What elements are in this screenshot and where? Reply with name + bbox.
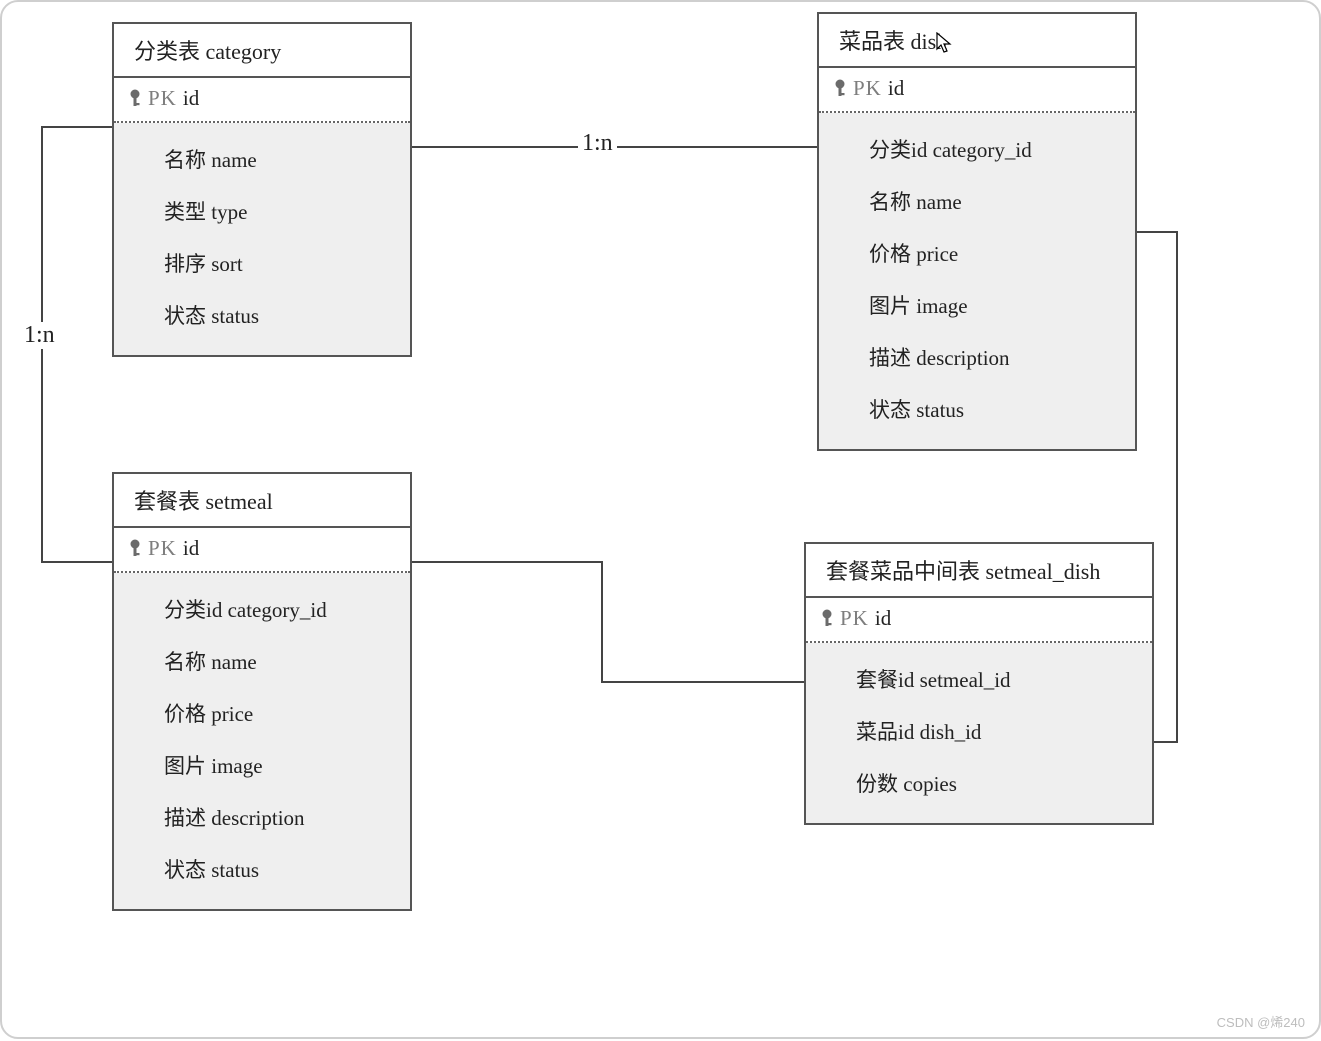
pk-field: id bbox=[875, 606, 891, 631]
field-item: 排序 sort bbox=[164, 237, 394, 289]
pk-label: PK bbox=[148, 86, 177, 111]
entity-title: 分类表 category bbox=[114, 24, 410, 78]
entity-setmeal-dish: 套餐菜品中间表 setmeal_dish PK id 套餐id setmeal_… bbox=[804, 542, 1154, 825]
pk-label: PK bbox=[840, 606, 869, 631]
field-list: 名称 name 类型 type 排序 sort 状态 status bbox=[114, 123, 410, 355]
cursor-icon bbox=[936, 32, 952, 54]
field-list: 套餐id setmeal_id 菜品id dish_id 份数 copies bbox=[806, 643, 1152, 823]
relation-label-category-dish: 1:n bbox=[578, 130, 617, 157]
field-item: 描述 description bbox=[869, 331, 1119, 383]
field-item: 套餐id setmeal_id bbox=[856, 653, 1136, 705]
key-icon bbox=[820, 609, 834, 629]
entity-title: 菜品表 dish bbox=[819, 14, 1135, 68]
field-item: 状态 status bbox=[164, 289, 394, 341]
entity-category: 分类表 category PK id 名称 name 类型 type 排序 so… bbox=[112, 22, 412, 357]
entity-dish: 菜品表 dish PK id 分类id category_id 名称 name … bbox=[817, 12, 1137, 451]
field-list: 分类id category_id 名称 name 价格 price 图片 ima… bbox=[114, 573, 410, 909]
pk-field: id bbox=[183, 536, 199, 561]
field-item: 菜品id dish_id bbox=[856, 705, 1136, 757]
primary-key-row: PK id bbox=[819, 68, 1135, 113]
field-item: 价格 price bbox=[164, 687, 394, 739]
field-item: 状态 status bbox=[869, 383, 1119, 435]
field-item: 名称 name bbox=[164, 133, 394, 185]
field-item: 图片 image bbox=[869, 279, 1119, 331]
field-item: 图片 image bbox=[164, 739, 394, 791]
field-item: 名称 name bbox=[164, 635, 394, 687]
key-icon bbox=[128, 89, 142, 109]
field-item: 价格 price bbox=[869, 227, 1119, 279]
watermark-text: CSDN @烯240 bbox=[1217, 1012, 1305, 1031]
field-item: 名称 name bbox=[869, 175, 1119, 227]
primary-key-row: PK id bbox=[806, 598, 1152, 643]
field-item: 类型 type bbox=[164, 185, 394, 237]
field-item: 描述 description bbox=[164, 791, 394, 843]
relation-label-category-setmeal: 1:n bbox=[20, 322, 59, 349]
key-icon bbox=[128, 539, 142, 559]
key-icon bbox=[833, 79, 847, 99]
field-item: 分类id category_id bbox=[164, 583, 394, 635]
primary-key-row: PK id bbox=[114, 78, 410, 123]
entity-title: 套餐表 setmeal bbox=[114, 474, 410, 528]
pk-field: id bbox=[183, 86, 199, 111]
er-diagram-canvas: 1:n 1:n 分类表 category PK id 名称 name 类型 ty… bbox=[0, 0, 1321, 1039]
field-item: 状态 status bbox=[164, 843, 394, 895]
pk-label: PK bbox=[148, 536, 177, 561]
field-list: 分类id category_id 名称 name 价格 price 图片 ima… bbox=[819, 113, 1135, 449]
entity-title: 套餐菜品中间表 setmeal_dish bbox=[806, 544, 1152, 598]
primary-key-row: PK id bbox=[114, 528, 410, 573]
pk-label: PK bbox=[853, 76, 882, 101]
field-item: 份数 copies bbox=[856, 757, 1136, 809]
pk-field: id bbox=[888, 76, 904, 101]
field-item: 分类id category_id bbox=[869, 123, 1119, 175]
entity-setmeal: 套餐表 setmeal PK id 分类id category_id 名称 na… bbox=[112, 472, 412, 911]
